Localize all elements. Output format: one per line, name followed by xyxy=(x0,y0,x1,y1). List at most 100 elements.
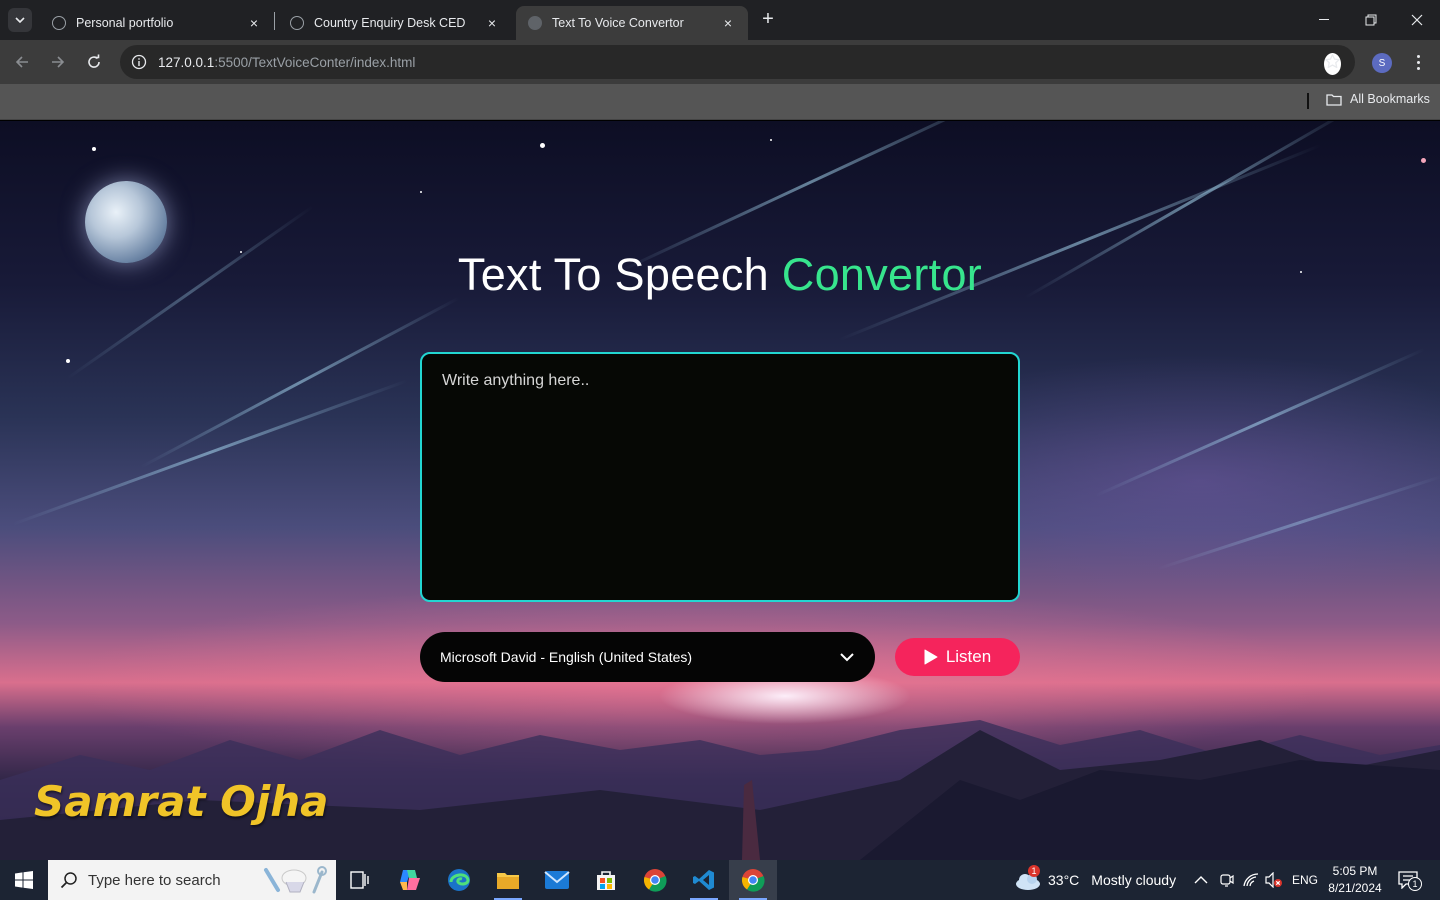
chrome-icon xyxy=(643,869,667,892)
author-signature: Samrat Ojha xyxy=(34,777,329,826)
wifi-icon xyxy=(1243,873,1259,887)
task-view-icon xyxy=(350,871,369,889)
show-hidden-icons-button[interactable] xyxy=(1194,860,1208,900)
voice-select[interactable]: Microsoft David - English (United States… xyxy=(420,632,875,682)
tab-country-enquiry[interactable]: Country Enquiry Desk CED × xyxy=(278,6,512,40)
tab-title: Personal portfolio xyxy=(76,16,174,30)
store-icon xyxy=(597,871,615,890)
chrome-button[interactable] xyxy=(631,860,679,900)
mountain-landscape xyxy=(0,720,1440,860)
url-text: 127.0.0.1:5500/TextVoiceConter/index.htm… xyxy=(158,55,415,70)
voice-select-value: Microsoft David - English (United States… xyxy=(440,649,693,665)
tab-text-to-voice[interactable]: Text To Voice Convertor × xyxy=(516,6,748,40)
language-indicator[interactable]: ENG xyxy=(1292,860,1318,900)
camera-icon xyxy=(1220,874,1234,887)
reload-icon xyxy=(88,54,100,68)
minimize-button[interactable] xyxy=(1302,0,1348,40)
task-view-button[interactable] xyxy=(336,860,384,900)
restore-button[interactable] xyxy=(1348,0,1394,40)
close-tab-icon[interactable]: × xyxy=(484,15,500,31)
store-button[interactable] xyxy=(582,860,630,900)
chrome-icon xyxy=(741,869,765,892)
close-window-button[interactable] xyxy=(1394,0,1440,40)
vscode-button[interactable] xyxy=(680,860,728,900)
address-bar[interactable]: 127.0.0.1:5500/TextVoiceConter/index.htm… xyxy=(120,45,1355,79)
bookmark-star-icon[interactable] xyxy=(1324,53,1341,75)
weather-alert-badge: 1 xyxy=(1028,865,1040,877)
weather-widget[interactable]: 1 33°C Mostly cloudy xyxy=(1014,860,1176,900)
page-background: Text To Speech Convertor Microsoft David… xyxy=(0,121,1440,860)
title-white-part: Text To Speech xyxy=(457,249,769,300)
notification-icon: 1 xyxy=(1398,871,1422,891)
tab-title: Text To Voice Convertor xyxy=(552,16,684,30)
url-path: :5500/TextVoiceConter/index.html xyxy=(214,54,416,70)
windows-taskbar: Type here to search 1 33°C Mostly cloudy… xyxy=(0,860,1440,900)
globe-icon xyxy=(290,16,304,30)
taskbar-search-box[interactable]: Type here to search xyxy=(48,860,336,900)
network-button[interactable] xyxy=(1243,860,1259,900)
url-host: 127.0.0.1 xyxy=(158,54,215,70)
minimize-icon xyxy=(1319,19,1329,20)
copilot-icon xyxy=(400,870,420,890)
tab-strip: Personal portfolio × Country Enquiry Des… xyxy=(0,0,1440,40)
windows-logo-icon xyxy=(15,871,33,889)
folder-icon xyxy=(1326,93,1342,106)
notification-center-button[interactable]: 1 xyxy=(1398,860,1422,900)
file-explorer-button[interactable] xyxy=(484,860,532,900)
chevron-down-icon xyxy=(15,17,25,23)
site-info-icon[interactable] xyxy=(122,54,156,70)
taskbar-clock[interactable]: 5:05 PM 8/21/2024 xyxy=(1322,863,1388,897)
all-bookmarks-label: All Bookmarks xyxy=(1350,92,1430,106)
browser-menu-icon[interactable] xyxy=(1410,51,1426,73)
mail-button[interactable] xyxy=(533,860,581,900)
close-tab-icon[interactable]: × xyxy=(246,15,262,31)
edge-browser-icon xyxy=(448,869,470,891)
weather-temperature: 33°C xyxy=(1048,872,1080,888)
browser-toolbar: 127.0.0.1:5500/TextVoiceConter/index.htm… xyxy=(0,40,1440,84)
title-green-part: Convertor xyxy=(781,249,983,300)
page-title: Text To Speech Convertor xyxy=(0,249,1440,301)
arrow-left-icon xyxy=(15,56,28,68)
bookmarks-separator xyxy=(1307,93,1309,109)
weather-description: Mostly cloudy xyxy=(1091,872,1177,888)
reload-button[interactable] xyxy=(82,50,106,74)
cloudy-weather-icon: 1 xyxy=(1014,865,1042,891)
listen-label: Listen xyxy=(945,647,992,666)
listen-button[interactable]: Listen xyxy=(895,638,1020,676)
vscode-icon xyxy=(693,870,714,890)
restore-icon xyxy=(1365,14,1377,26)
tab-title: Country Enquiry Desk CED xyxy=(314,16,466,30)
volume-button[interactable] xyxy=(1265,860,1283,900)
globe-icon xyxy=(52,16,66,30)
new-tab-button[interactable]: + xyxy=(758,9,778,30)
text-input[interactable] xyxy=(420,352,1020,602)
clock-date: 8/21/2024 xyxy=(1328,881,1382,895)
notification-count-badge: 1 xyxy=(1408,877,1422,891)
search-highlight-illustration-icon xyxy=(264,866,327,894)
arrow-right-icon xyxy=(52,56,65,68)
profile-avatar[interactable]: S xyxy=(1372,53,1392,73)
edge-button[interactable] xyxy=(435,860,483,900)
folder-icon xyxy=(497,873,519,889)
close-tab-icon[interactable]: × xyxy=(720,15,736,31)
tab-search-button[interactable] xyxy=(8,8,32,32)
close-icon xyxy=(1411,14,1423,26)
chevron-down-icon xyxy=(840,653,854,662)
chevron-up-icon xyxy=(1194,876,1208,884)
bookmarks-bar: All Bookmarks xyxy=(0,84,1440,120)
tab-separator xyxy=(274,12,275,30)
volume-muted-icon xyxy=(1265,872,1282,888)
search-placeholder: Type here to search xyxy=(88,871,221,889)
copilot-button[interactable] xyxy=(386,860,434,900)
start-button[interactable] xyxy=(0,860,48,900)
search-icon xyxy=(60,872,77,889)
forward-button[interactable] xyxy=(46,50,70,74)
play-icon xyxy=(924,649,938,665)
tab-personal-portfolio[interactable]: Personal portfolio × xyxy=(40,6,274,40)
loading-favicon-icon xyxy=(528,16,542,30)
meet-now-button[interactable] xyxy=(1220,860,1234,900)
back-button[interactable] xyxy=(10,50,34,74)
all-bookmarks-button[interactable]: All Bookmarks xyxy=(1326,92,1430,106)
mail-icon xyxy=(544,871,570,889)
chrome-active-button[interactable] xyxy=(729,860,777,900)
